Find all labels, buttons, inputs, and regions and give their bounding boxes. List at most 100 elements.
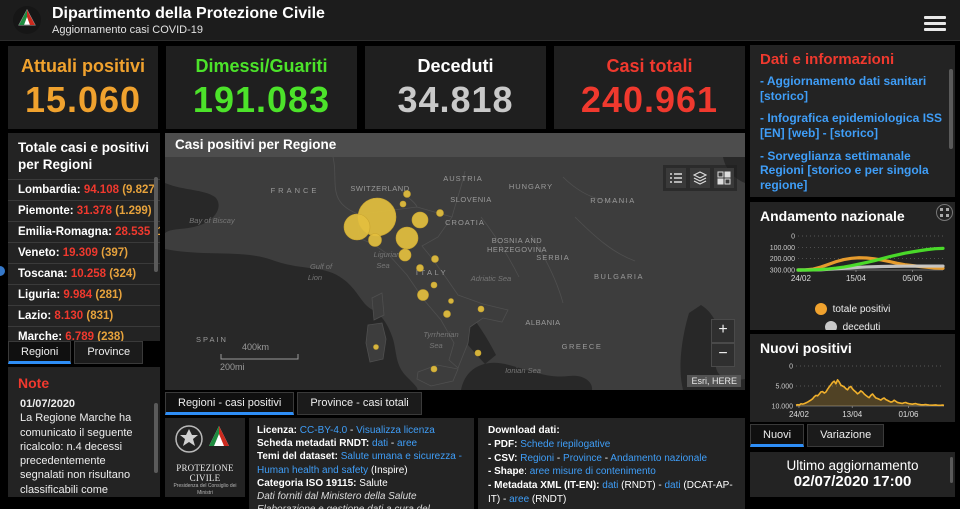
nuovi-title: Nuovi positivi (750, 334, 955, 356)
region-row[interactable]: Piemonte: 31.378 (1.299) (8, 200, 160, 221)
link[interactable]: Regioni (520, 453, 554, 464)
credits-org: PROTEZIONE CIVILE (165, 463, 245, 483)
license-line: Scheda metadati RNDT: dati - aree (257, 437, 466, 450)
region-list-tab[interactable]: Province (74, 341, 143, 364)
ultimo-scrollbar[interactable] (950, 457, 953, 483)
region-bubble-umbria[interactable] (417, 265, 424, 272)
info-link[interactable]: - Infografica epidemiologica ISS [EN] [w… (750, 107, 955, 144)
note-body: 01/07/2020 La Regione Marche ha comunica… (8, 395, 160, 497)
region-row[interactable]: Toscana: 10.258 (324) (8, 263, 160, 284)
region-row[interactable]: Emilia-Romagna: 28.535 (1.003) (8, 221, 160, 242)
panel-collapse-arrow[interactable] (0, 266, 5, 276)
region-row[interactable]: Liguria: 9.984 (281) (8, 284, 160, 305)
stat-label: Dimessi/Guariti (166, 56, 357, 77)
basemap-gallery-icon[interactable] (714, 168, 734, 188)
region-bubble-veneto[interactable] (412, 212, 428, 228)
region-bubble-p-a-trento[interactable] (400, 201, 406, 207)
info-link[interactable]: - Sorveglianza settimanale Regioni [stor… (750, 145, 955, 197)
link[interactable]: dati (602, 480, 618, 491)
link[interactable]: Province (563, 453, 602, 464)
region-bubble-lazio[interactable] (418, 290, 429, 301)
stat-card-deceduti: Deceduti 34.818 (365, 46, 546, 129)
region-bubble-molise[interactable] (449, 299, 454, 304)
sea-label: Adriatic Sea (470, 274, 511, 283)
link[interactable]: Schede riepilogative (520, 439, 610, 450)
region-row[interactable]: Lombardia: 94.108 (9.827) (8, 179, 160, 200)
region-bubble-abruzzo[interactable] (431, 282, 437, 288)
region-bubble-liguria[interactable] (369, 234, 382, 247)
regions-totals-panel: Totale casi e positivi per Regioni Lomba… (8, 133, 160, 341)
region-bubble-sicilia[interactable] (431, 366, 437, 372)
nuovi-positivi-chart: 05.00010.00024/0213/0401/06 (758, 356, 948, 422)
note-scrollbar[interactable] (154, 403, 158, 473)
region-bubble-emilia-romagna[interactable] (396, 227, 418, 249)
map-zoom-in-button[interactable]: + (711, 319, 735, 343)
andamento-nazionale-panel: Andamento nazionale 0100.000200.000300.0… (750, 202, 955, 330)
link[interactable]: aree (509, 494, 529, 505)
svg-text:24/02: 24/02 (789, 410, 810, 419)
regions-scrollbar[interactable] (154, 177, 158, 272)
menu-icon[interactable] (924, 13, 946, 34)
map-zoom-out-button[interactable]: − (711, 343, 735, 367)
link[interactable]: Andamento nazionale (610, 453, 707, 464)
info-link[interactable]: - Aggiornamento dati sanitari [storico] (750, 70, 955, 107)
region-bubble-calabria[interactable] (475, 350, 481, 356)
region-bubble-campania[interactable] (444, 311, 451, 318)
legend-icon[interactable] (666, 168, 686, 188)
note-panel: Note 01/07/2020 La Regione Marche ha com… (8, 367, 160, 497)
stat-value: 191.083 (166, 79, 357, 121)
svg-text:100.000: 100.000 (770, 245, 795, 252)
download-panel: Download dati: - PDF: Schede riepilogati… (478, 418, 745, 509)
link[interactable]: aree (397, 438, 417, 449)
link[interactable]: dati (372, 438, 388, 449)
region-bubble-marche[interactable] (432, 256, 439, 263)
andamento-title: Andamento nazionale (750, 202, 955, 224)
info-title: Dati e informazioni (750, 45, 955, 70)
region-bubble-friuli-venezia-giulia[interactable] (437, 210, 444, 217)
region-list-tab[interactable]: Regioni (8, 341, 71, 364)
link[interactable]: Visualizza licenza (356, 425, 435, 436)
region-bubble-puglia[interactable] (478, 306, 484, 312)
expand-icon[interactable] (936, 204, 953, 221)
region-bubble-p-a-bolzano[interactable] (404, 191, 411, 198)
stat-label: Attuali positivi (8, 56, 158, 77)
sea-label: Tyrrhenian (423, 330, 458, 339)
map-tab[interactable]: Regioni - casi positivi (165, 392, 294, 415)
page-subtitle: Aggiornamento casi COVID-19 (52, 24, 203, 36)
sea-label: Ligurian (374, 250, 401, 259)
region-bubble-piemonte[interactable] (344, 214, 370, 240)
svg-text:200.000: 200.000 (770, 256, 795, 263)
map-title: Casi positivi per Regione (165, 133, 745, 157)
layers-icon[interactable] (690, 168, 710, 188)
region-row[interactable]: Veneto: 19.309 (397) (8, 242, 160, 263)
region-bubble-toscana[interactable] (399, 249, 411, 261)
country-label: HUNGARY (509, 182, 553, 191)
region-row[interactable]: Marche: 6.789 (238) (8, 326, 160, 341)
nuovi-tab[interactable]: Variazione (807, 424, 884, 447)
region-bubble-sardegna[interactable] (374, 345, 379, 350)
nuovi-tab[interactable]: Nuovi (750, 424, 804, 447)
country-label: BOSNIA AND (492, 236, 543, 245)
region-row[interactable]: Lazio: 8.130 (831) (8, 305, 160, 326)
info-scrollbar[interactable] (949, 69, 953, 149)
map-tab[interactable]: Province - casi totali (297, 392, 421, 415)
sea-label: Gulf of (310, 262, 333, 271)
country-label: GREECE (562, 342, 603, 351)
nuovi-positivi-panel: Nuovi positivi 05.00010.00024/0213/0401/… (750, 334, 955, 422)
map-tabs: Regioni - casi positiviProvince - casi t… (165, 392, 422, 415)
sea-label: Lion (308, 273, 322, 282)
link[interactable]: CC-BY-4.0 (300, 425, 347, 436)
info-link[interactable]: - Aggiornamento nazionale ISS (750, 196, 955, 197)
link[interactable]: dati (665, 480, 681, 491)
andamento-chart: 0100.000200.000300.00024/0215/0405/06 (758, 226, 948, 292)
legend-item[interactable]: totale positivi (750, 303, 955, 315)
stat-card-casi-totali: Casi totali 240.961 (554, 46, 745, 129)
legend-item[interactable]: deceduti (750, 321, 955, 330)
download-title: Download dati: (488, 424, 735, 438)
app-header: Dipartimento della Protezione Civile Agg… (0, 0, 960, 41)
svg-text:5.000: 5.000 (775, 384, 793, 391)
info-links-panel: Dati e informazioni - Aggiornamento dati… (750, 45, 955, 197)
link[interactable]: aree misure di contenimento (530, 466, 656, 477)
page-title: Dipartimento della Protezione Civile (52, 5, 325, 23)
italy-emblem-and-pc-logo-icon (173, 422, 237, 456)
